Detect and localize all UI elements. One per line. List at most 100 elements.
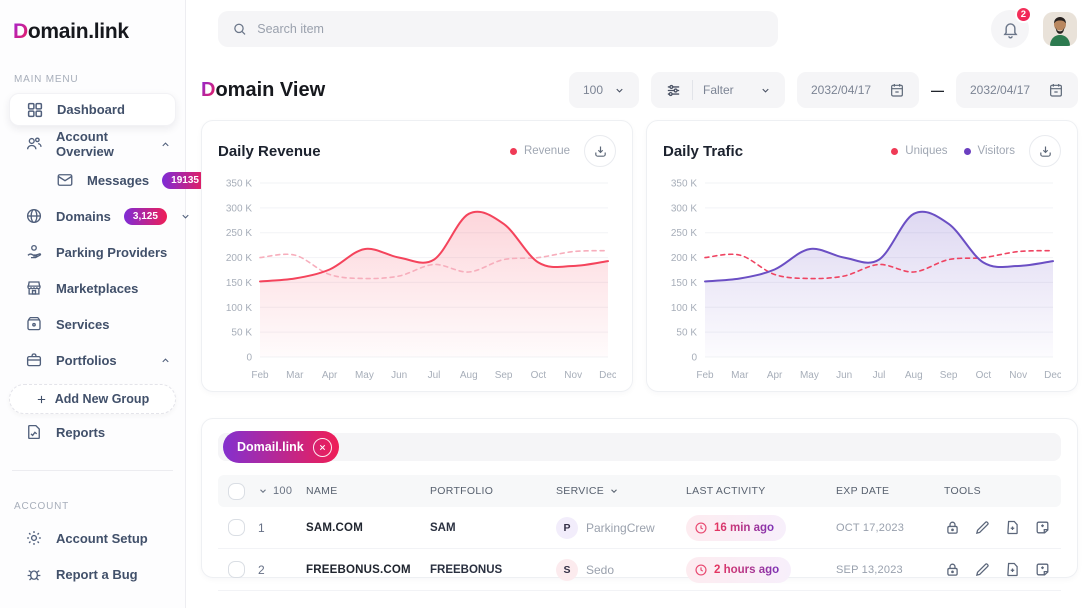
date-from-picker[interactable]: 2032/04/17 — [797, 72, 919, 108]
clock-icon — [694, 521, 708, 535]
chart-legend: Revenue — [510, 145, 570, 157]
svg-text:Feb: Feb — [251, 370, 269, 381]
svg-text:Oct: Oct — [976, 370, 992, 381]
export-icon[interactable] — [1034, 561, 1051, 578]
topbar: 2 — [186, 0, 1088, 58]
main-content: 2 Domain View 100 Falter 2032/04/17 — 20… — [186, 0, 1088, 608]
column-header-last-activity: LAST ACTIVITY — [686, 485, 836, 497]
sidebar-item-label: Services — [56, 317, 110, 332]
domain-name: SAM.COM — [306, 522, 430, 534]
filter-dropdown[interactable]: Falter — [651, 72, 785, 108]
lock-icon[interactable] — [944, 561, 961, 578]
chart-title: Daily Trafic — [663, 143, 743, 160]
user-avatar[interactable] — [1043, 12, 1077, 46]
svg-text:Oct: Oct — [531, 370, 547, 381]
legend-item: Visitors — [964, 145, 1016, 157]
export-icon[interactable] — [1034, 519, 1051, 536]
search-input[interactable] — [257, 22, 764, 36]
sidebar-item-marketplaces[interactable]: Marketplaces — [0, 270, 185, 306]
row-checkbox[interactable] — [228, 519, 245, 536]
column-header-name: NAME — [306, 485, 430, 497]
column-header-exp-date: EXP DATE — [836, 485, 944, 497]
legend-label: Uniques — [905, 145, 947, 157]
svg-text:50 K: 50 K — [676, 328, 697, 339]
filter-label: Falter — [703, 83, 734, 97]
sidebar-item-messages[interactable]: Messages 19135 — [0, 162, 185, 198]
service-cell: S Sedo — [556, 559, 686, 581]
chevron-down-icon — [609, 486, 619, 496]
svg-text:Aug: Aug — [905, 370, 923, 381]
service-cell: P ParkingCrew — [556, 517, 686, 539]
sidebar-item-label: Reports — [56, 425, 105, 440]
file-add-icon[interactable] — [1004, 561, 1021, 578]
column-header-service[interactable]: SERVICE — [556, 485, 686, 497]
legend-label: Revenue — [524, 145, 570, 157]
search-icon — [232, 21, 247, 37]
briefcase-icon — [25, 351, 43, 369]
sidebar-item-label: Account Overview — [56, 129, 147, 159]
svg-text:150 K: 150 K — [226, 278, 252, 289]
sidebar-item-dashboard[interactable]: Dashboard — [9, 93, 176, 126]
legend-item: Uniques — [891, 145, 947, 157]
select-all-checkbox[interactable] — [228, 483, 245, 500]
sidebar-item-account-setup[interactable]: Account Setup — [0, 520, 185, 556]
services-icon — [25, 315, 43, 333]
date-to-picker[interactable]: 2032/04/17 — [956, 72, 1078, 108]
bell-icon — [1001, 20, 1020, 39]
sidebar-item-services[interactable]: Services — [0, 306, 185, 342]
edit-icon[interactable] — [974, 561, 991, 578]
table-row: 1 SAM.COM SAM P ParkingCrew 16 min ago O… — [218, 507, 1061, 549]
chevron-down-icon — [614, 85, 625, 96]
sidebar-item-reports[interactable]: Reports — [0, 414, 185, 450]
sidebar-divider — [12, 470, 173, 471]
table-row: 2 FREEBONUS.COM FREEBONUS S Sedo 2 hours… — [218, 549, 1061, 591]
svg-text:0: 0 — [246, 353, 252, 364]
main-menu-label: MAIN MENU — [14, 74, 185, 85]
select-count-dropdown[interactable]: 100 — [258, 485, 306, 497]
svg-text:Jun: Jun — [836, 370, 852, 381]
topbar-right: 2 — [991, 10, 1077, 48]
sidebar: Domain.link MAIN MENU Dashboard Account … — [0, 0, 186, 608]
portfolio-name: SAM — [430, 522, 556, 534]
sidebar-item-label: Portfolios — [56, 353, 117, 368]
download-chart-button[interactable] — [1029, 135, 1061, 167]
remove-chip-button[interactable] — [313, 438, 332, 457]
sidebar-item-label: Dashboard — [57, 102, 125, 117]
sidebar-item-label: Messages — [87, 173, 149, 188]
svg-text:300 K: 300 K — [671, 203, 697, 214]
svg-text:Feb: Feb — [696, 370, 714, 381]
logo-first-letter: D — [13, 20, 28, 43]
calendar-icon — [889, 82, 905, 98]
svg-text:350 K: 350 K — [671, 179, 697, 190]
globe-icon — [25, 207, 43, 225]
last-activity-badge: 2 hours ago — [686, 557, 791, 583]
svg-text:Aug: Aug — [460, 370, 478, 381]
dashboard-icon — [26, 101, 44, 119]
add-new-group-button[interactable]: Add New Group — [9, 384, 176, 414]
sidebar-item-label: Account Setup — [56, 531, 148, 546]
sidebar-item-portfolios[interactable]: Portfolios — [0, 342, 185, 378]
page-title: Domain View — [201, 79, 325, 102]
revenue-chart: 350 K300 K250 K200 K150 K100 K50 K0FebMa… — [218, 173, 616, 385]
sidebar-item-domains[interactable]: Domains 3,125 — [0, 198, 185, 234]
service-name: ParkingCrew — [586, 521, 655, 535]
per-page-value: 100 — [583, 83, 603, 97]
svg-text:Jul: Jul — [428, 370, 441, 381]
per-page-select[interactable]: 100 — [569, 72, 639, 108]
lock-icon[interactable] — [944, 519, 961, 536]
download-chart-button[interactable] — [584, 135, 616, 167]
daily-trafic-card: Daily Trafic Uniques Visitors 350 K 300 K… — [646, 120, 1078, 392]
edit-icon[interactable] — [974, 519, 991, 536]
svg-text:250 K: 250 K — [671, 228, 697, 239]
file-add-icon[interactable] — [1004, 519, 1021, 536]
sidebar-item-label: Marketplaces — [56, 281, 138, 296]
svg-text:Apr: Apr — [767, 370, 783, 381]
sidebar-item-parking-providers[interactable]: Parking Providers — [0, 234, 185, 270]
domain-filter-chip[interactable]: Domail.link — [223, 431, 339, 463]
svg-text:200 K: 200 K — [671, 253, 697, 264]
sliders-icon — [665, 82, 682, 99]
notifications-button[interactable]: 2 — [991, 10, 1029, 48]
row-checkbox[interactable] — [228, 561, 245, 578]
sidebar-item-report-bug[interactable]: Report a Bug — [0, 556, 185, 592]
sidebar-item-account-overview[interactable]: Account Overview — [0, 126, 185, 162]
